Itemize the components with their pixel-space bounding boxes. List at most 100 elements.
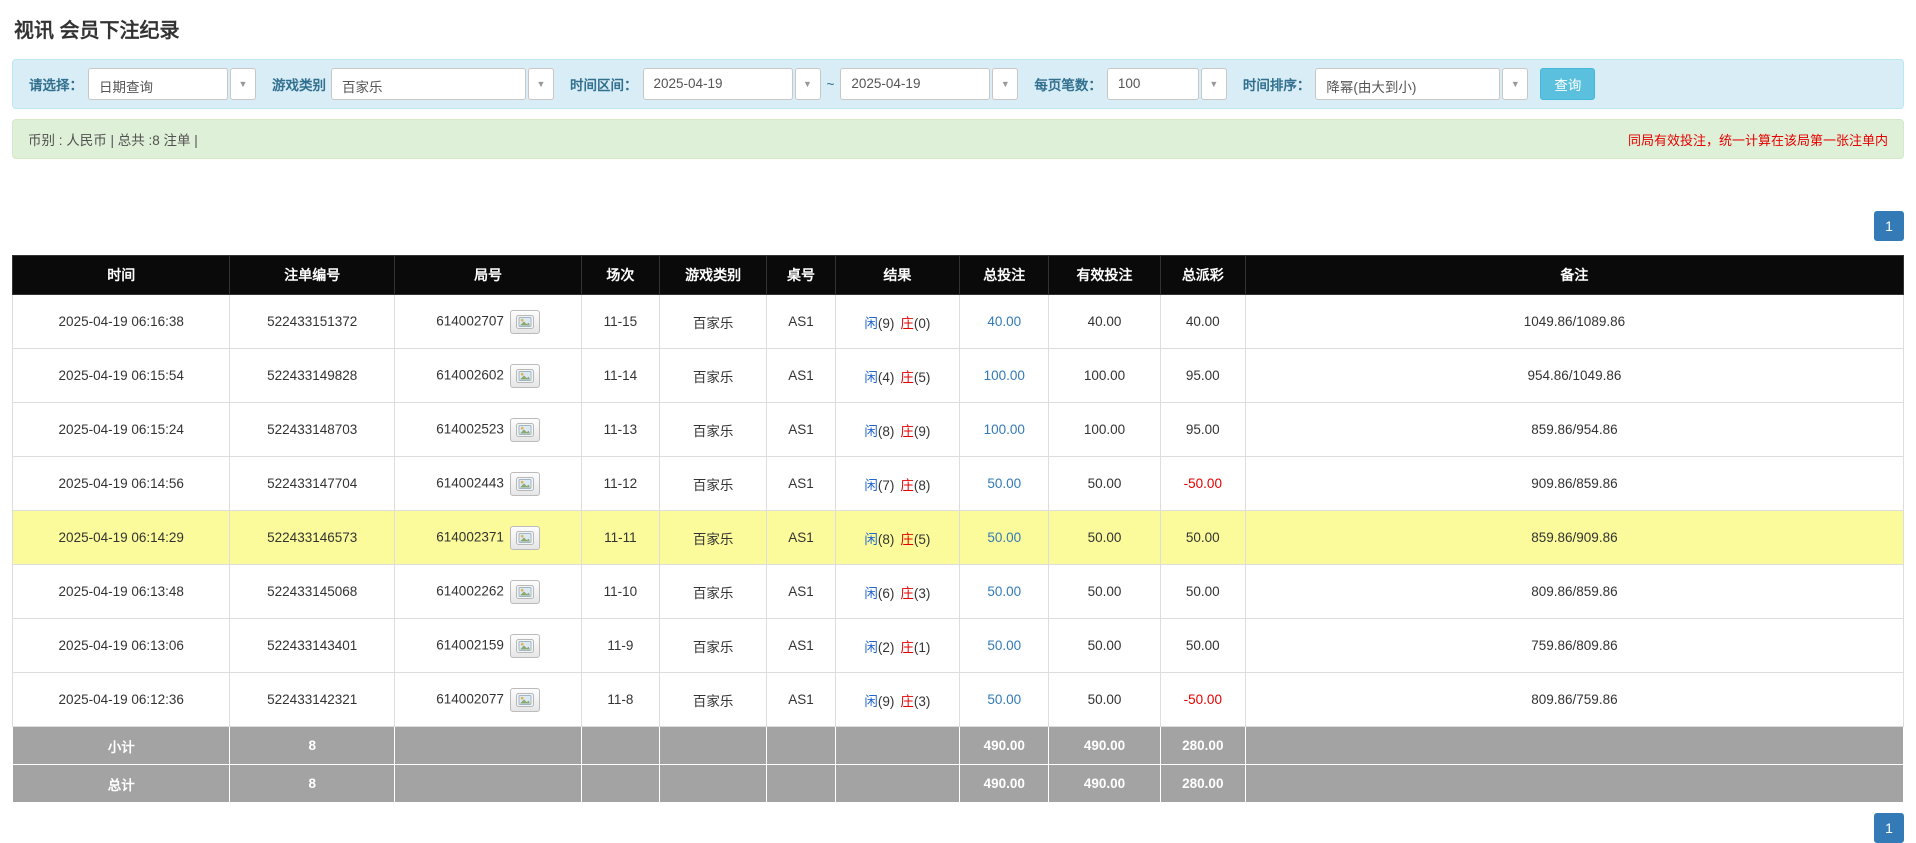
subtotal-count: 8: [230, 727, 395, 765]
total-bet-link[interactable]: 40.00: [987, 314, 1021, 329]
subtotal-total-bet: 490.00: [960, 727, 1049, 765]
time-cell: 2025-04-19 06:16:38: [13, 295, 230, 349]
total-bet-cell: 50.00: [960, 511, 1049, 565]
subtotal-empty-cell: [1245, 727, 1903, 765]
total-bet-link[interactable]: 50.00: [987, 692, 1021, 707]
date-from-input[interactable]: 2025-04-19 ▼: [643, 68, 821, 100]
summary-bar: 币别 : 人民币 | 总共 :8 注单 | 同局有效投注，统一计算在该局第一张注…: [12, 119, 1904, 159]
time-cell: 2025-04-19 06:15:54: [13, 349, 230, 403]
valid-bet-cell: 100.00: [1049, 403, 1161, 457]
round-no-cell: 614002602: [394, 349, 581, 403]
round-detail-button[interactable]: [510, 310, 540, 334]
chevron-down-icon[interactable]: ▼: [795, 68, 821, 100]
grand-total-empty-cell: [582, 765, 660, 803]
remark-cell: 809.86/759.86: [1245, 673, 1903, 727]
subtotal-valid-bet: 490.00: [1049, 727, 1161, 765]
banker-result-score: (3): [914, 694, 931, 709]
page-1-button[interactable]: 1: [1874, 813, 1904, 843]
round-detail-button[interactable]: [510, 526, 540, 550]
query-type-label: 请选择：: [29, 74, 83, 94]
total-bet-cell: 50.00: [960, 565, 1049, 619]
subtotal-empty-cell: [659, 727, 767, 765]
page-size-input[interactable]: 100 ▼: [1107, 68, 1227, 100]
game-type-select[interactable]: 百家乐 ▼: [331, 68, 554, 100]
total-bet-link[interactable]: 100.00: [984, 368, 1025, 383]
game-type-cell: 百家乐: [659, 349, 767, 403]
round-no-value: 614002602: [436, 367, 504, 382]
result-cell: 闲(9)庄(3): [835, 673, 960, 727]
total-bet-link[interactable]: 100.00: [984, 422, 1025, 437]
chevron-down-icon[interactable]: ▼: [230, 68, 256, 100]
result-cell: 闲(6)庄(3): [835, 565, 960, 619]
bet-id-cell: 522433151372: [230, 295, 395, 349]
table-row: 2025-04-19 06:15:54 522433149828 6140026…: [13, 349, 1904, 403]
date-to-value: 2025-04-19: [840, 68, 990, 100]
header-payout: 总派彩: [1160, 256, 1245, 295]
remark-cell: 1049.86/1089.86: [1245, 295, 1903, 349]
page-size-label: 每页笔数：: [1034, 74, 1102, 94]
round-no-value: 614002159: [436, 637, 504, 652]
time-cell: 2025-04-19 06:12:36: [13, 673, 230, 727]
total-bet-link[interactable]: 50.00: [987, 584, 1021, 599]
grand-total-empty-cell: [835, 765, 960, 803]
total-bet-link[interactable]: 50.00: [987, 638, 1021, 653]
header-round-no: 局号: [394, 256, 581, 295]
page-title: 视讯 会员下注纪录: [14, 14, 1904, 43]
grand-total-count: 8: [230, 765, 395, 803]
payout-cell: 50.00: [1160, 565, 1245, 619]
round-no-value: 614002371: [436, 529, 504, 544]
bet-id-cell: 522433147704: [230, 457, 395, 511]
payout-value: 95.00: [1186, 368, 1220, 383]
player-result-score: (7): [878, 478, 895, 493]
bet-id-cell: 522433149828: [230, 349, 395, 403]
chevron-down-icon[interactable]: ▼: [1201, 68, 1227, 100]
round-detail-button[interactable]: [510, 580, 540, 604]
game-type-cell: 百家乐: [659, 619, 767, 673]
chevron-down-icon[interactable]: ▼: [1502, 68, 1528, 100]
game-type-cell: 百家乐: [659, 673, 767, 727]
payout-cell: 50.00: [1160, 619, 1245, 673]
search-button[interactable]: 查询: [1540, 68, 1595, 100]
round-no-value: 614002523: [436, 421, 504, 436]
header-result: 结果: [835, 256, 960, 295]
session-cell: 11-14: [582, 349, 660, 403]
table-row: 2025-04-19 06:14:29 522433146573 6140023…: [13, 511, 1904, 565]
banker-result-label: 庄: [900, 370, 914, 385]
remark-cell: 909.86/859.86: [1245, 457, 1903, 511]
sort-order-label: 时间排序：: [1243, 74, 1311, 94]
round-detail-button[interactable]: [510, 472, 540, 496]
sort-order-value: 降幂(由大到小): [1315, 68, 1500, 100]
banker-result-label: 庄: [900, 694, 914, 709]
game-record-icon: [516, 369, 534, 383]
banker-result-score: (1): [914, 640, 931, 655]
game-type-cell: 百家乐: [659, 403, 767, 457]
date-to-input[interactable]: 2025-04-19 ▼: [840, 68, 1018, 100]
bet-id-cell: 522433143401: [230, 619, 395, 673]
banker-result-score: (9): [914, 424, 931, 439]
table-no-cell: AS1: [767, 349, 835, 403]
table-row: 2025-04-19 06:12:36 522433142321 6140020…: [13, 673, 1904, 727]
round-detail-button[interactable]: [510, 688, 540, 712]
remark-cell: 954.86/1049.86: [1245, 349, 1903, 403]
time-range-label: 时间区间：: [570, 74, 638, 94]
page-1-button[interactable]: 1: [1874, 211, 1904, 241]
bet-id-cell: 522433146573: [230, 511, 395, 565]
remark-cell: 859.86/909.86: [1245, 511, 1903, 565]
round-detail-button[interactable]: [510, 418, 540, 442]
payout-cell: 95.00: [1160, 403, 1245, 457]
round-detail-button[interactable]: [510, 364, 540, 388]
chevron-down-icon[interactable]: ▼: [528, 68, 554, 100]
table-row: 2025-04-19 06:14:56 522433147704 6140024…: [13, 457, 1904, 511]
header-remark: 备注: [1245, 256, 1903, 295]
sort-order-select[interactable]: 降幂(由大到小) ▼: [1315, 68, 1528, 100]
chevron-down-icon[interactable]: ▼: [992, 68, 1018, 100]
round-detail-button[interactable]: [510, 634, 540, 658]
total-bet-link[interactable]: 50.00: [987, 476, 1021, 491]
filter-bar: 请选择： 日期查询 ▼ 游戏类别 百家乐 ▼ 时间区间： 2025-04-19 …: [12, 59, 1904, 109]
grand-total-payout: 280.00: [1160, 765, 1245, 803]
player-result-label: 闲: [864, 370, 878, 385]
header-total-bet: 总投注: [960, 256, 1049, 295]
total-bet-link[interactable]: 50.00: [987, 530, 1021, 545]
bet-id-cell: 522433148703: [230, 403, 395, 457]
query-type-select[interactable]: 日期查询 ▼: [88, 68, 256, 100]
